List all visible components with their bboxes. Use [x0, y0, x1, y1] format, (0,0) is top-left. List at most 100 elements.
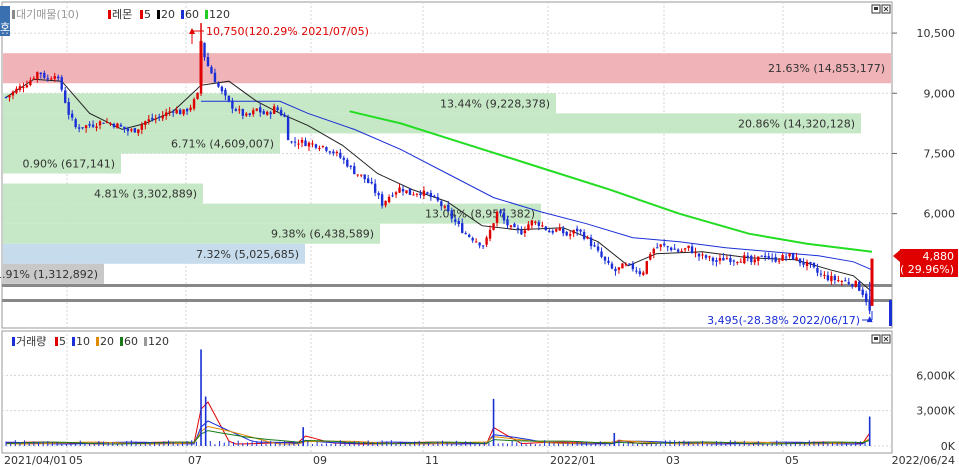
candle-body	[332, 151, 335, 154]
candle-body	[840, 280, 844, 282]
candle-body	[589, 237, 593, 247]
candle-body	[558, 227, 561, 231]
candle-body	[516, 227, 520, 230]
candle-body	[750, 255, 753, 263]
candle-body	[474, 241, 478, 243]
candle-body	[53, 76, 56, 79]
candle-body	[259, 107, 262, 113]
candle-body	[189, 107, 192, 111]
candle-body	[440, 201, 443, 207]
candle-body	[154, 118, 157, 120]
candle-body	[851, 284, 854, 287]
candle-body	[638, 271, 642, 274]
candle-body	[628, 263, 631, 265]
candle-body	[764, 255, 767, 258]
price-legend[interactable]: 대기매물(10) 레몬 5 20 60 120	[12, 8, 230, 21]
candle-body	[711, 257, 715, 262]
candle-body	[283, 114, 286, 117]
candle-body	[116, 123, 119, 129]
candle-body	[621, 263, 624, 269]
candle-body	[185, 108, 189, 112]
candle-body	[15, 88, 18, 94]
candle-body	[91, 124, 95, 127]
price-tick-label: 10,500	[917, 27, 956, 40]
price-panel-frame	[1, 1, 893, 329]
candle-body	[81, 127, 84, 129]
candle-body	[384, 200, 387, 206]
candle-body	[777, 260, 781, 262]
legend-item-label: 120	[148, 335, 169, 348]
low-annotation: 3,495(-28.38% 2022/06/17)	[707, 311, 873, 327]
candle-body	[718, 258, 722, 261]
candle-body	[509, 225, 513, 227]
candle-body	[858, 281, 861, 291]
legend-swatch	[120, 337, 123, 346]
candle-body	[565, 231, 568, 236]
candle-body	[339, 152, 342, 158]
candle-body	[645, 261, 648, 274]
candle-body	[175, 109, 178, 114]
candle-body	[607, 260, 610, 263]
candle-body	[520, 230, 523, 235]
candle-body	[568, 234, 572, 236]
candle-body	[224, 89, 227, 96]
candle-body	[370, 182, 373, 184]
candle-body	[687, 245, 690, 249]
candle-body	[265, 111, 269, 115]
candle-body	[297, 143, 300, 145]
candle-body	[290, 141, 293, 143]
candle-body	[812, 262, 816, 268]
candle-body	[690, 246, 694, 254]
candle-body	[781, 255, 784, 261]
supply-band-label: 9.38% (6,438,589)	[271, 228, 374, 241]
legend-item-label: 5	[144, 8, 151, 21]
candle-body	[311, 143, 314, 145]
candle-body	[663, 243, 666, 246]
candle-body	[666, 246, 669, 248]
candle-body	[46, 78, 49, 80]
volume-spike-bar	[492, 398, 495, 446]
chart-settings-button[interactable]: 호	[0, 6, 10, 36]
candle-body	[534, 221, 537, 223]
candle-body	[697, 253, 701, 257]
low-label: 3,495(-28.38% 2022/06/17)	[707, 314, 860, 327]
legend-swatch	[12, 337, 15, 346]
legend-swatch	[157, 10, 160, 19]
legend-item-label: 거래량	[16, 335, 46, 348]
candle-body	[88, 124, 91, 126]
candle-body	[293, 141, 297, 143]
candle-body	[95, 126, 98, 128]
candle-body	[151, 117, 154, 120]
candle-body	[227, 95, 231, 102]
candle-body	[467, 234, 471, 237]
candle-body	[70, 113, 74, 118]
candle-body	[732, 260, 736, 262]
candle-body	[11, 91, 15, 96]
candle-body	[513, 223, 516, 228]
candle-body	[182, 109, 185, 115]
candle-body	[161, 115, 164, 119]
resistance-line	[2, 284, 892, 287]
candle-body	[746, 255, 749, 257]
candle-body	[328, 151, 332, 153]
candle-body	[457, 220, 460, 225]
candle-body	[272, 106, 276, 114]
candle-body	[784, 256, 788, 258]
candle-body	[544, 226, 547, 231]
candle-body	[206, 57, 210, 67]
candle-body	[861, 289, 864, 295]
supply-band-label: 4.81% (3,302,889)	[94, 188, 197, 201]
candle-body	[582, 232, 586, 239]
candle-body	[213, 72, 217, 83]
candle-body	[631, 263, 635, 270]
candle-body	[659, 244, 662, 247]
legend-swatch	[140, 10, 143, 19]
candle-body	[356, 174, 359, 176]
date-tick-label: 11	[425, 454, 439, 467]
candle-body	[729, 258, 732, 262]
candle-body	[596, 246, 600, 251]
candle-body	[506, 219, 509, 226]
candle-body	[429, 192, 433, 198]
candle-body	[743, 255, 746, 264]
candle-body	[600, 251, 603, 257]
